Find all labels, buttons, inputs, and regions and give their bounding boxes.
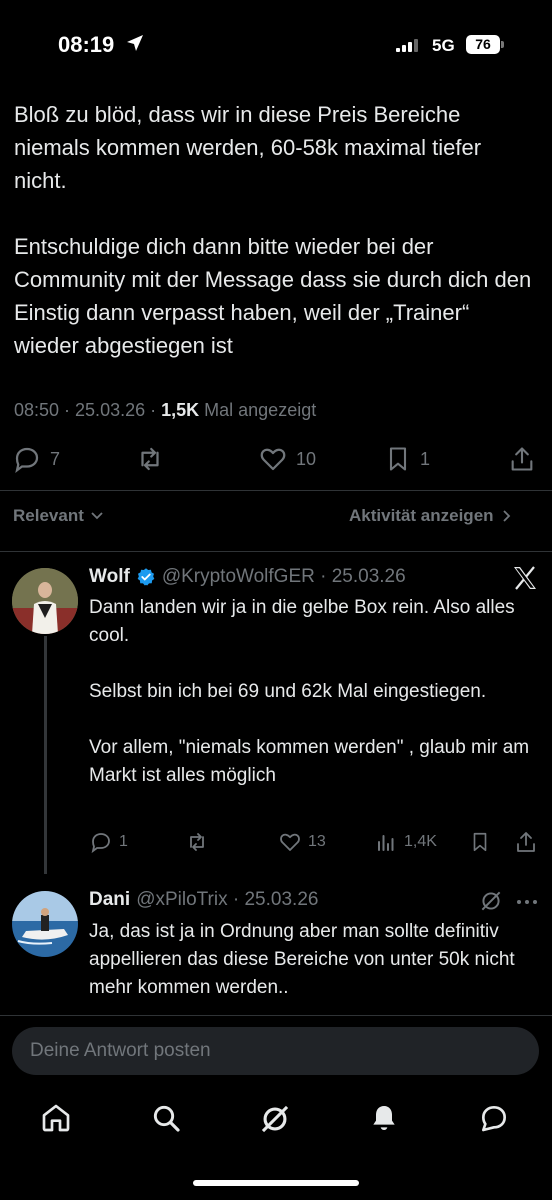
verified-badge-icon [137, 568, 155, 586]
divider [0, 551, 552, 552]
divider [0, 1015, 552, 1016]
post-timestamp: 08:50 · 25.03.26 · [14, 400, 162, 420]
reply-icon [91, 833, 110, 854]
x-logo-icon [514, 566, 536, 590]
like-button[interactable]: 10 [258, 444, 316, 474]
post-views-count: 1,5K [161, 400, 200, 420]
post-views-label: Mal angezeigt [199, 400, 317, 420]
post-action-bar: 7 10 1 [0, 444, 552, 480]
reply-share-button[interactable] [514, 830, 538, 854]
post-text: Bloß zu blöd, dass wir in diese Preis Be… [14, 102, 532, 358]
search-icon[interactable] [150, 1102, 182, 1134]
reply-views-count: 1,4K [404, 833, 437, 850]
show-activity-button[interactable]: Aktivität anzeigen [349, 506, 514, 526]
reply-header: Dani @xPiloTrix · 25.03.26 [89, 889, 318, 911]
bookmark-count: 1 [420, 448, 431, 469]
reply-action-bar: 1 13 1,4K [0, 828, 552, 860]
reply-sort-bar: Relevant Aktivität anzeigen [0, 506, 552, 532]
battery-cap [501, 41, 504, 48]
reply-author-handle[interactable]: @KryptoWolfGER · 25.03.26 [162, 566, 406, 588]
grok-icon[interactable] [258, 1102, 292, 1136]
notifications-icon[interactable] [368, 1102, 400, 1134]
heart-icon [260, 448, 286, 471]
reply-bookmark-button[interactable] [469, 830, 491, 854]
reply-author-name[interactable]: Dani [89, 889, 130, 911]
home-icon[interactable] [40, 1102, 72, 1134]
reply-author-handle[interactable]: @xPiloTrix · 25.03.26 [136, 889, 318, 911]
avatar[interactable] [12, 568, 78, 634]
battery-indicator: 76 [466, 35, 500, 54]
location-arrow-icon [127, 35, 143, 51]
heart-icon [280, 833, 300, 851]
bookmark-icon [389, 447, 407, 471]
home-indicator [193, 1180, 359, 1186]
reply-header: Wolf @KryptoWolfGER · 25.03.26 [89, 566, 406, 588]
reply-like-count: 13 [308, 833, 326, 850]
reply-reply-button[interactable]: 1 [89, 830, 128, 854]
reply-reply-count: 1 [119, 833, 128, 850]
status-time: 08:19 [58, 32, 115, 57]
reply-input-placeholder[interactable]: Deine Antwort posten [30, 1040, 211, 1062]
sort-relevant-label: Relevant [13, 506, 84, 525]
more-options-icon[interactable] [514, 892, 540, 912]
reply-views-button[interactable]: 1,4K [374, 830, 437, 854]
reply-author-name[interactable]: Wolf [89, 566, 130, 588]
grok-icon[interactable] [478, 888, 504, 914]
show-activity-label: Aktivität anzeigen [349, 506, 494, 525]
views-chart-icon [378, 835, 394, 851]
repost-icon [190, 833, 204, 851]
messages-icon[interactable] [478, 1102, 510, 1134]
divider [0, 490, 552, 491]
repost-icon [141, 447, 159, 471]
like-count: 10 [296, 448, 317, 469]
avatar[interactable] [12, 891, 78, 957]
sort-relevant-button[interactable]: Relevant [13, 506, 104, 526]
share-icon [517, 832, 535, 852]
avatar-photo [12, 568, 78, 634]
reply-like-button[interactable]: 13 [278, 830, 326, 854]
bookmark-icon [473, 832, 487, 852]
avatar-photo [12, 891, 78, 957]
reply-text: Ja, das ist ja in Ordnung aber man sollt… [89, 921, 515, 998]
reply-text: Dann landen wir ja in die gelbe Box rein… [89, 597, 530, 786]
cellular-signal-icon [396, 39, 418, 52]
bottom-tab-bar [0, 1090, 552, 1150]
chevron-right-icon [502, 510, 510, 522]
chevron-down-icon [91, 512, 103, 520]
repost-button[interactable] [134, 444, 166, 474]
reply-icon [15, 447, 39, 473]
share-icon [511, 447, 533, 471]
post-meta: 08:50 · 25.03.26 · 1,5K Mal angezeigt [14, 400, 316, 421]
reply-button[interactable]: 7 [12, 444, 60, 474]
reply-count: 7 [50, 448, 61, 469]
status-bar: 08:19 5G 76 [0, 0, 552, 92]
bookmark-button[interactable]: 1 [384, 444, 430, 474]
share-button[interactable] [508, 444, 536, 474]
network-type: 5G [432, 36, 455, 55]
reply-repost-button[interactable] [184, 830, 210, 854]
